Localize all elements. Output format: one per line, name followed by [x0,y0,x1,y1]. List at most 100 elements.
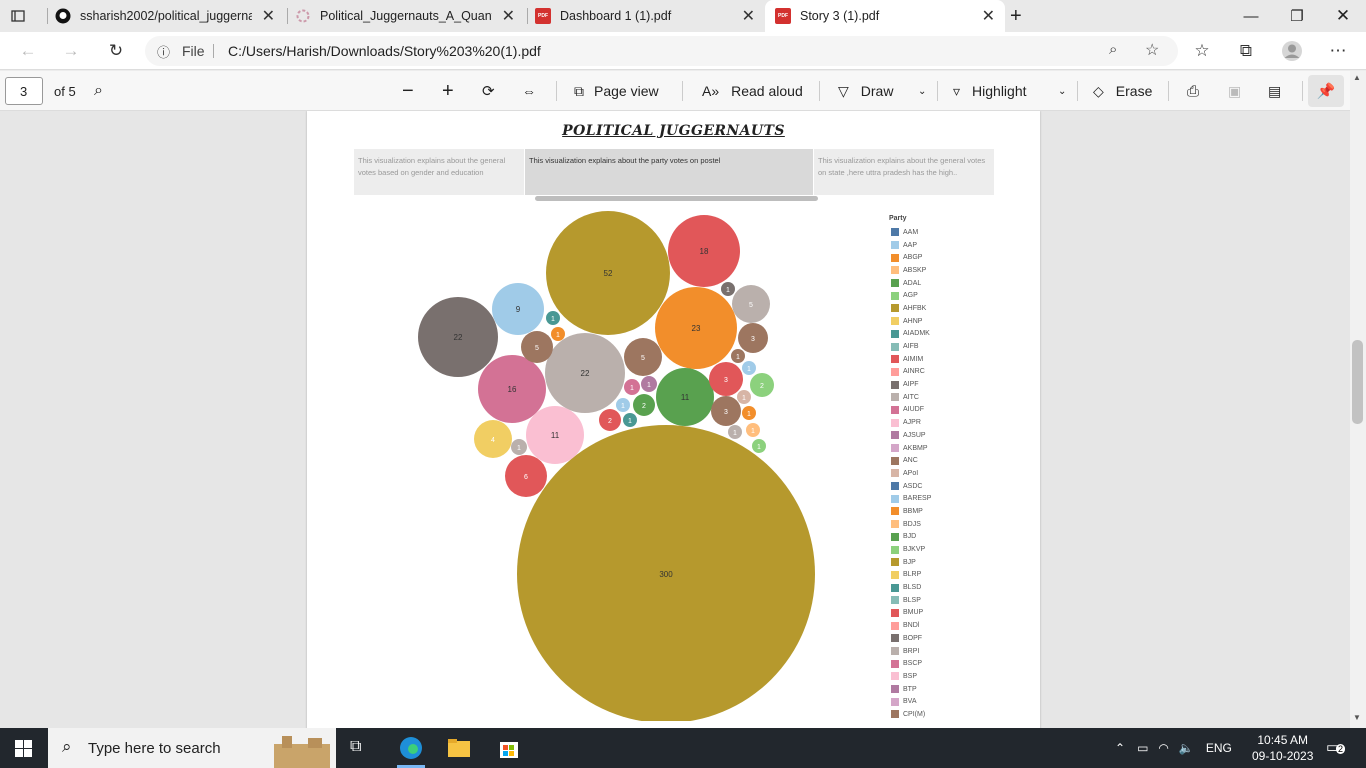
chevron-down-icon[interactable]: ⌄ [918,71,926,111]
legend-item[interactable]: ABSKP [891,264,931,277]
fit-page-icon[interactable]: ⇔ [522,71,536,111]
legend-item[interactable]: BRPI [891,645,931,658]
wifi-icon[interactable]: ◠ [1158,741,1168,755]
close-icon[interactable]: ✕ [262,6,275,26]
chevron-down-icon[interactable]: ⌄ [1058,71,1066,111]
profile-button[interactable] [1278,38,1306,64]
legend-item[interactable]: BLSP [891,594,931,607]
new-tab-button[interactable]: + [1010,0,1034,32]
highlight-button[interactable]: ▿ Highlight [953,71,1027,111]
legend-item[interactable]: ABGP [891,251,931,264]
close-window-button[interactable]: ✕ [1320,0,1366,32]
edge-icon[interactable] [398,735,424,761]
story-point[interactable]: This visualization explains about the ge… [354,149,524,195]
file-explorer-icon[interactable] [447,737,471,764]
legend-item[interactable]: AIMIM [891,353,931,366]
legend-item[interactable]: ANC [891,454,931,467]
legend-item[interactable]: AJPR [891,416,931,429]
legend-item[interactable]: AIPF [891,378,931,391]
taskbar-search[interactable]: ⌕ Type here to search [48,728,336,768]
language-indicator[interactable]: ENG [1206,741,1232,755]
close-icon[interactable]: ✕ [742,6,755,26]
legend-item[interactable]: APoI [891,467,931,480]
legend-item[interactable]: BMUP [891,607,931,620]
legend-item[interactable]: AAP [891,239,931,252]
forward-button[interactable]: → [57,38,85,64]
scroll-down-icon[interactable]: ▼ [1353,713,1361,722]
notification-icon[interactable]: ▭ 2 [1326,738,1346,756]
story-point[interactable]: This visualization explains about the ge… [814,149,994,195]
legend-item[interactable]: AINRC [891,366,931,379]
page-view-button[interactable]: ⧉ Page view [574,71,659,111]
legend-item[interactable]: AIUDF [891,404,931,417]
legend-item[interactable]: BTP [891,683,931,696]
legend-item[interactable]: ASDC [891,480,931,493]
save-icon[interactable]: ▣ [1228,71,1241,111]
volume-icon[interactable]: 🔈 [1179,741,1194,755]
legend-item[interactable]: CPI(M) [891,708,931,721]
legend-item[interactable]: BBMP [891,505,931,518]
tab-github[interactable]: ssharish2002/political_juggernau ✕ [55,0,285,32]
battery-icon[interactable]: ▭ [1137,741,1148,755]
legend-item[interactable]: BNDl [891,619,931,632]
url-box[interactable]: ⓘ File C:/Users/Harish/Downloads/Story%2… [145,36,1178,66]
legend-item[interactable]: BARESP [891,492,931,505]
url-text[interactable]: C:/Users/Harish/Downloads/Story%203%20(1… [228,43,541,59]
legend-item[interactable]: AJSUP [891,429,931,442]
erase-button[interactable]: ◇ Erase [1093,71,1152,111]
legend-item[interactable]: BLSD [891,581,931,594]
windows-start-icon[interactable] [15,740,32,762]
tab-dashboard-pdf[interactable]: PDF Dashboard 1 (1).pdf ✕ [535,0,765,32]
legend-item[interactable]: AITC [891,391,931,404]
save-as-icon[interactable]: ▤ [1268,71,1281,111]
story-point-selected[interactable]: This visualization explains about the pa… [525,149,813,195]
legend-item[interactable]: AGP [891,289,931,302]
store-icon[interactable] [498,737,520,764]
add-favorite-icon[interactable]: ☆ [1145,40,1159,60]
vertical-scrollbar[interactable]: ▲ ▼ [1350,71,1366,728]
refresh-button[interactable]: ↻ [102,38,130,64]
legend-item[interactable]: ADAL [891,277,931,290]
more-menu-button[interactable]: ⋯ [1324,38,1352,64]
legend-item[interactable]: BLRP [891,569,931,582]
search-icon[interactable]: ⌕ [94,71,103,111]
read-aloud-button[interactable]: A» Read aloud [702,71,803,111]
tab-actions-button[interactable] [10,0,40,32]
task-view-icon[interactable]: ⧉ [350,738,361,756]
tab-story-pdf[interactable]: PDF Story 3 (1).pdf ✕ [765,0,1005,32]
legend-item[interactable]: AKBMP [891,442,931,455]
legend-item[interactable]: AIFB [891,340,931,353]
close-icon[interactable]: ✕ [502,6,515,26]
info-icon[interactable]: ⓘ [157,42,170,61]
zoom-in-button[interactable]: + [442,71,454,111]
scroll-up-icon[interactable]: ▲ [1353,73,1361,82]
legend-item[interactable]: BDJS [891,518,931,531]
minimize-button[interactable]: — [1228,0,1274,32]
rotate-icon[interactable]: ⟳ [482,71,495,111]
legend-item[interactable]: AAM [891,226,931,239]
legend-item[interactable]: AHFBK [891,302,931,315]
favorites-button[interactable]: ☆ [1188,38,1216,64]
print-icon[interactable]: ⎙ [1187,71,1199,111]
legend-item[interactable]: BOPF [891,632,931,645]
clock[interactable]: 10:45 AM 09-10-2023 [1252,732,1313,764]
legend-item[interactable]: AHNP [891,315,931,328]
restore-button[interactable]: ❐ [1274,0,1320,32]
close-icon[interactable]: ✕ [982,6,995,26]
legend-item[interactable]: BJD [891,531,931,544]
zoom-out-button[interactable]: − [402,71,414,111]
pin-toolbar-icon[interactable]: 📌 [1308,75,1344,107]
legend-item[interactable]: BSP [891,670,931,683]
legend-item[interactable]: BJKVP [891,543,931,556]
legend-item[interactable]: BVA [891,695,931,708]
page-number-input[interactable]: 3 [5,77,43,105]
draw-button[interactable]: ▽ Draw [838,71,893,111]
legend-item[interactable]: BJP [891,556,931,569]
zoom-icon[interactable]: ⌕ [1109,41,1117,58]
chevron-up-icon[interactable]: ⌃ [1115,741,1125,755]
collections-button[interactable]: ⧉ [1232,38,1260,64]
legend-item[interactable]: AIADMK [891,328,931,341]
tab-colab[interactable]: Political_Juggernauts_A_Quantita ✕ [295,0,525,32]
back-button[interactable]: ← [14,38,42,64]
scroll-thumb[interactable] [1352,340,1363,424]
